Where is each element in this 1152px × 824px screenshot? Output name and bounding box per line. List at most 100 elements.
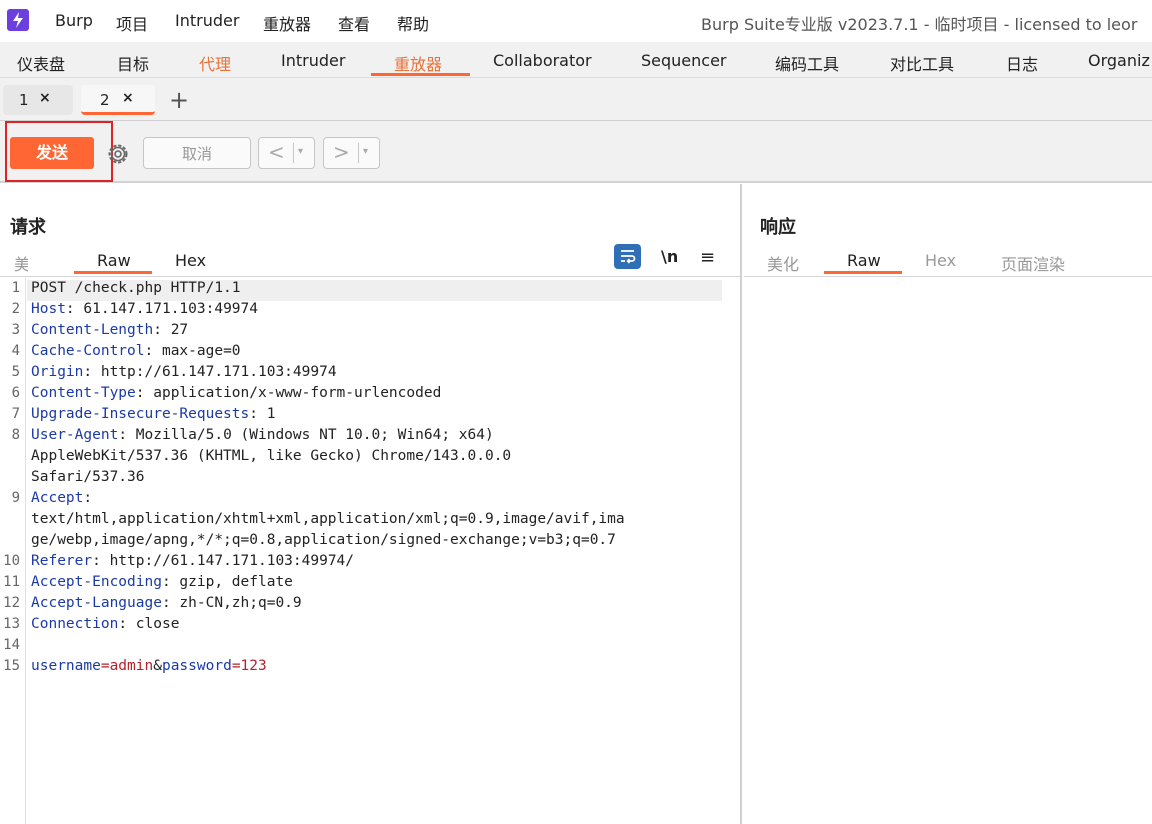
- line-number: 1: [11, 280, 20, 296]
- header-separator: :: [135, 385, 154, 401]
- code-line: Cache-Control: max-age=0: [31, 343, 241, 359]
- menu-icon[interactable]: ≡: [700, 247, 715, 268]
- repeater-tab-2-label: 2: [100, 91, 110, 109]
- line-number: 7: [11, 406, 20, 422]
- header-value: 1: [266, 406, 276, 422]
- request-tab-hex[interactable]: Hex: [175, 251, 206, 270]
- header-separator: :: [161, 595, 180, 611]
- repeater-tab-1[interactable]: 1 ×: [3, 85, 73, 115]
- header-separator: :: [83, 490, 93, 506]
- body-token: username: [31, 658, 101, 674]
- gear-icon[interactable]: [104, 140, 132, 168]
- response-tab-pretty[interactable]: 美化: [767, 251, 799, 275]
- header-name: Accept-Language: [31, 595, 162, 611]
- body-token: =: [231, 658, 241, 674]
- tab-dashboard[interactable]: 仪表盘: [17, 51, 65, 75]
- header-name: Upgrade-Insecure-Requests: [31, 406, 250, 422]
- cancel-button[interactable]: 取消: [143, 137, 251, 169]
- chevron-down-icon[interactable]: ▾: [298, 146, 303, 157]
- code-line: Upgrade-Insecure-Requests: 1: [31, 406, 275, 422]
- code-line: Safari/537.36: [31, 469, 145, 485]
- tab-collaborator[interactable]: Collaborator: [493, 51, 592, 70]
- menu-bar: Burp 项目 Intruder 重放器 查看 帮助 Burp Suite专业版…: [0, 0, 1152, 42]
- close-icon[interactable]: ×: [122, 90, 134, 106]
- line-number: 11: [3, 574, 20, 590]
- header-separator: :: [83, 364, 101, 380]
- header-separator: :: [118, 616, 136, 632]
- chevron-left-icon: <: [268, 140, 285, 164]
- header-name: Connection: [31, 616, 119, 632]
- line-number: 14: [3, 637, 20, 653]
- header-value: 61.147.171.103:49974: [83, 301, 258, 317]
- line-number: 10: [3, 553, 20, 569]
- menu-repeater[interactable]: 重放器: [263, 11, 311, 35]
- tab-target[interactable]: 目标: [117, 51, 149, 75]
- send-button-highlight: [5, 121, 113, 182]
- response-title: 响应: [760, 217, 796, 238]
- line-number-gutter: [25, 278, 26, 824]
- menu-help[interactable]: 帮助: [397, 11, 429, 35]
- header-name: Accept: [31, 490, 84, 506]
- tab-comparer[interactable]: 对比工具: [890, 51, 954, 75]
- line-number: 12: [3, 595, 20, 611]
- line-number: 2: [11, 301, 20, 317]
- code-line: Accept:: [31, 490, 92, 506]
- body-token: &: [153, 658, 162, 674]
- tab-proxy[interactable]: 代理: [199, 51, 231, 75]
- menu-project[interactable]: 项目: [116, 11, 148, 35]
- repeater-tab-1-label: 1: [19, 91, 29, 109]
- code-line: Connection: close: [31, 616, 179, 632]
- chevron-right-icon: >: [333, 140, 350, 164]
- code-line: User-Agent: Mozilla/5.0 (Windows NT 10.0…: [31, 427, 494, 443]
- response-tab-rule: [744, 276, 1152, 277]
- menu-intruder[interactable]: Intruder: [175, 11, 239, 30]
- menu-view[interactable]: 查看: [338, 11, 370, 35]
- header-name: Content-Length: [31, 322, 154, 338]
- body-token: 123: [240, 658, 267, 674]
- request-title: 请求: [10, 217, 46, 238]
- repeater-tab-2[interactable]: 2 ×: [81, 85, 155, 115]
- code-line: Content-Length: 27: [31, 322, 188, 338]
- menu-burp[interactable]: Burp: [55, 11, 93, 30]
- request-active-tab-indicator: [74, 271, 152, 274]
- word-wrap-icon[interactable]: [614, 244, 641, 269]
- next-request-button[interactable]: > ▾: [323, 137, 380, 169]
- header-separator: :: [65, 301, 84, 317]
- header-separator: :: [144, 343, 162, 359]
- chevron-down-icon[interactable]: ▾: [363, 146, 368, 157]
- line-number: 9: [11, 490, 20, 506]
- tab-logger[interactable]: 日志: [1006, 51, 1038, 75]
- header-name: Cache-Control: [31, 343, 145, 359]
- add-tab-icon[interactable]: +: [169, 86, 189, 114]
- header-separator: :: [118, 427, 136, 443]
- request-tab-pretty[interactable]: 美: [14, 251, 28, 275]
- header-value: Mozilla/5.0 (Windows NT 10.0; Win64; x64…: [135, 427, 494, 443]
- code-line: Origin: http://61.147.171.103:49974: [31, 364, 337, 380]
- header-value: application/x-www-form-urlencoded: [153, 385, 442, 401]
- header-name: Accept-Encoding: [31, 574, 162, 590]
- response-tab-raw[interactable]: Raw: [847, 251, 881, 270]
- header-value: max-age=0: [161, 343, 241, 359]
- response-tab-render[interactable]: 页面渲染: [1001, 251, 1065, 275]
- tab-intruder[interactable]: Intruder: [281, 51, 345, 70]
- header-value: 27: [170, 322, 189, 338]
- header-name: Origin: [31, 364, 84, 380]
- tab-repeater[interactable]: 重放器: [394, 51, 442, 75]
- header-value: close: [135, 616, 180, 632]
- header-name: Content-Type: [31, 385, 136, 401]
- previous-request-button[interactable]: < ▾: [258, 137, 315, 169]
- header-separator: :: [161, 574, 180, 590]
- close-icon[interactable]: ×: [39, 90, 51, 106]
- line-number: 4: [11, 343, 20, 359]
- pane-divider[interactable]: [740, 184, 742, 824]
- show-newlines-button[interactable]: \n: [661, 247, 678, 266]
- request-tab-raw[interactable]: Raw: [97, 251, 131, 270]
- request-tab-rule: [0, 276, 740, 277]
- response-active-tab-indicator: [824, 271, 902, 274]
- button-separator: [293, 143, 294, 163]
- tab-sequencer[interactable]: Sequencer: [641, 51, 727, 70]
- header-separator: :: [92, 553, 110, 569]
- tab-organizer[interactable]: Organiz: [1088, 51, 1150, 70]
- tab-decoder[interactable]: 编码工具: [775, 51, 839, 75]
- response-tab-hex[interactable]: Hex: [925, 251, 956, 270]
